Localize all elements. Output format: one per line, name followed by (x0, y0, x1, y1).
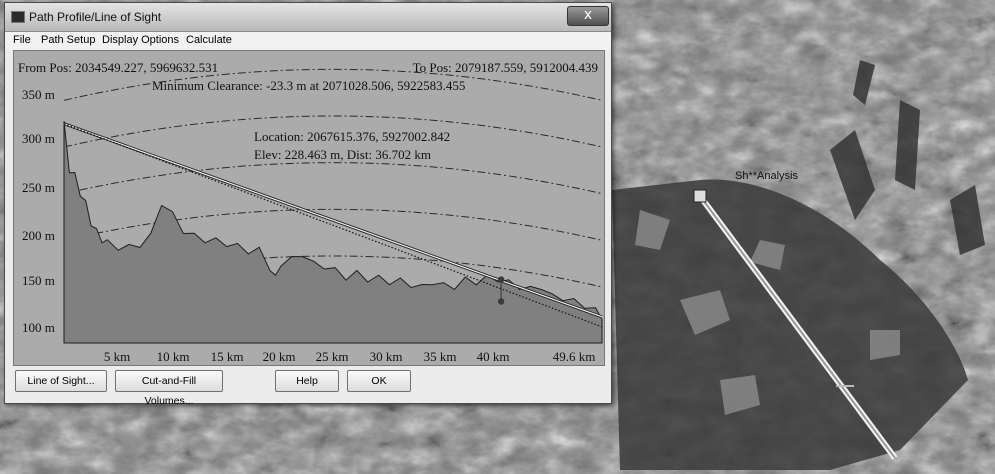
profile-svg[interactable] (14, 51, 604, 365)
x-tick-label: 30 km (369, 349, 403, 364)
path-start-marker[interactable] (693, 189, 707, 203)
profile-chart[interactable]: From Pos: 2034549.227, 5969632.531 To Po… (13, 50, 605, 366)
menu-file[interactable]: File (13, 34, 31, 46)
x-tick-label: 25 km (315, 349, 349, 364)
ok-button[interactable]: OK (347, 370, 411, 392)
close-button[interactable]: x (567, 6, 609, 26)
path-profile-window[interactable]: Path Profile/Line of Sight x File Path S… (4, 2, 612, 407)
window-title: Path Profile/Line of Sight (29, 10, 162, 24)
x-tick-label: 5 km (103, 349, 131, 364)
window-titlebar[interactable]: Path Profile/Line of Sight x (5, 3, 611, 32)
x-tick-label: 40 km (476, 349, 510, 364)
marker-point-top (497, 276, 505, 283)
y-tick-label: 300 m (22, 131, 55, 146)
elev-dist-text: Elev: 228.463 m, Dist: 36.702 km (254, 147, 431, 162)
x-tick-label: 20 km (262, 349, 296, 364)
menu-display-options[interactable]: Display Options (102, 34, 179, 46)
curvature-grid-line (63, 162, 603, 195)
app-icon (11, 11, 25, 23)
x-tick-label: 35 km (423, 349, 457, 364)
menu-path-setup[interactable]: Path Setup (41, 34, 95, 46)
to-pos-text: To Pos: 2079187.559, 5912004.439 (412, 60, 598, 75)
menu-bar: File Path Setup Display Options Calculat… (5, 32, 611, 50)
y-tick-label: 100 m (22, 320, 55, 335)
y-tick-label: 150 m (22, 273, 55, 288)
location-text: Location: 2067615.376, 5927002.842 (254, 129, 451, 144)
x-tick-label: 15 km (210, 349, 244, 364)
from-pos-text: From Pos: 2034549.227, 5969632.531 (18, 60, 219, 75)
x-tick-label: 10 km (156, 349, 190, 364)
help-button[interactable]: Help (275, 370, 339, 392)
menu-calculate[interactable]: Calculate (186, 34, 232, 46)
marker-point-bottom (497, 298, 505, 305)
map-layer-label: Sh**Analysis (735, 170, 798, 182)
y-tick-label: 350 m (22, 87, 55, 102)
line-of-sight-button[interactable]: Line of Sight... (15, 370, 107, 392)
y-tick-label: 200 m (22, 228, 55, 243)
y-tick-label: 250 m (22, 180, 55, 195)
cut-and-fill-button[interactable]: Cut-and-Fill Volumes... (115, 370, 223, 407)
min-clearance-text: Minimum Clearance: -23.3 m at 2071028.50… (152, 78, 466, 93)
x-tick-label: 49.6 km (552, 349, 596, 364)
